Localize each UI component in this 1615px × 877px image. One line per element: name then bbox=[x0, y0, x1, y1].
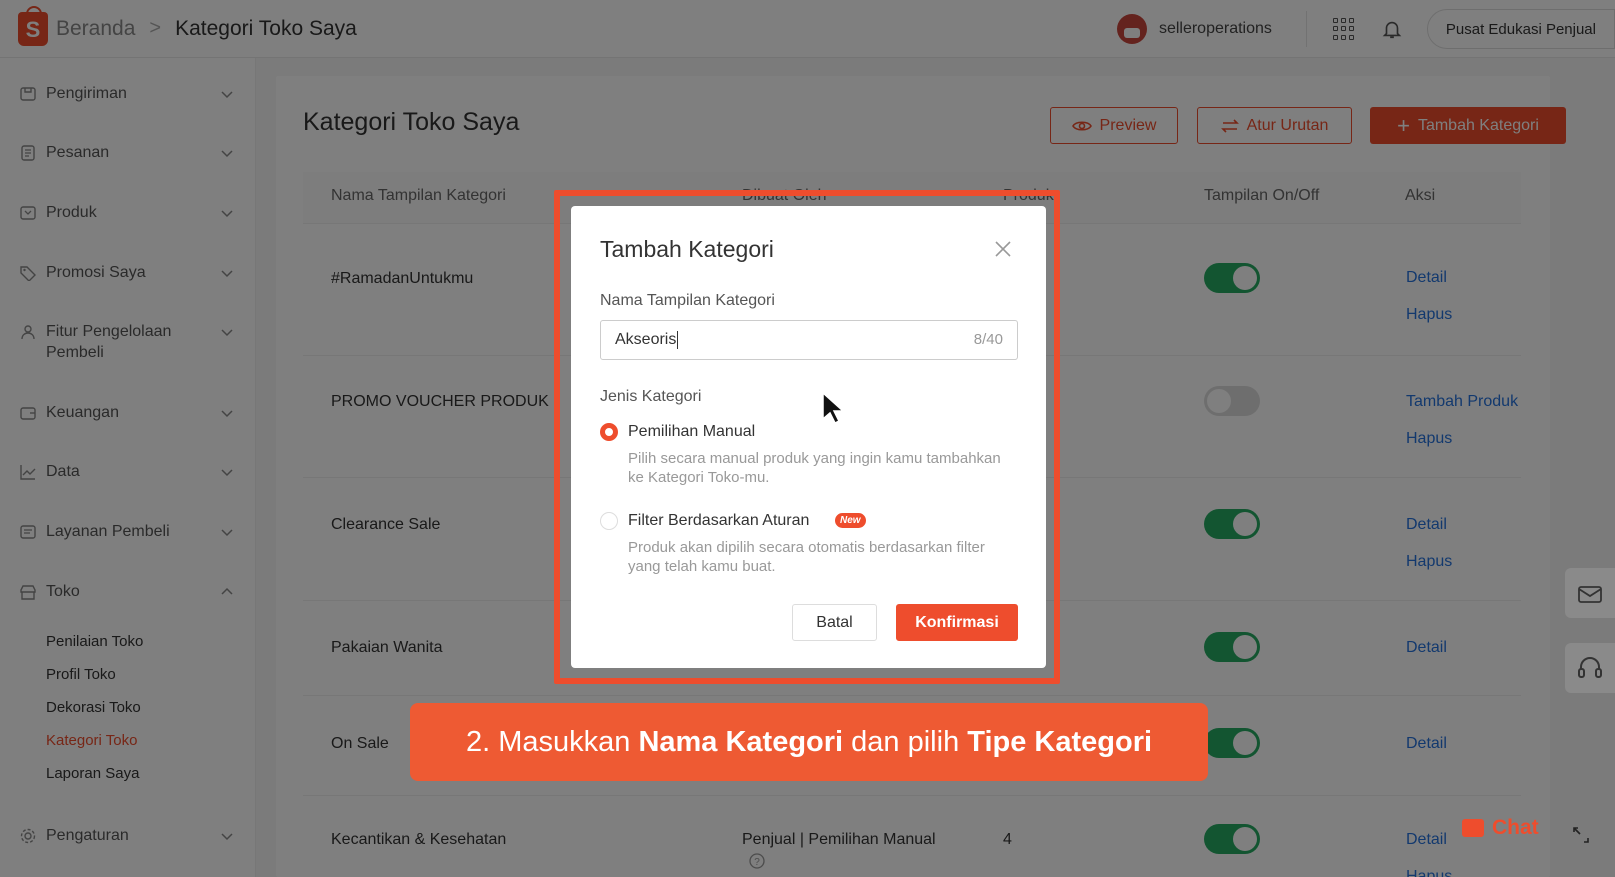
cancel-button[interactable]: Batal bbox=[792, 604, 877, 641]
chat-label: Chat bbox=[1492, 816, 1539, 839]
category-name-input[interactable]: Akseoris 8/40 bbox=[600, 320, 1018, 360]
chat-button[interactable]: Chat bbox=[1462, 816, 1539, 840]
modal-title: Tambah Kategori bbox=[600, 236, 774, 262]
confirm-button[interactable]: Konfirmasi bbox=[896, 604, 1018, 641]
name-field-label: Nama Tampilan Kategori bbox=[600, 292, 775, 309]
chat-icon bbox=[1462, 819, 1484, 837]
close-icon[interactable] bbox=[994, 240, 1012, 258]
radio-manual-label[interactable]: Pemilihan Manual bbox=[628, 423, 755, 441]
radio-manual-desc: Pilih secara manual produk yang ingin ka… bbox=[628, 450, 1001, 486]
category-name-value: Akseoris bbox=[615, 331, 679, 349]
message-float-button[interactable] bbox=[1565, 568, 1615, 618]
radio-manual[interactable] bbox=[600, 423, 618, 441]
support-float-button[interactable] bbox=[1565, 643, 1615, 693]
radio-filter-desc: Produk akan dipilih secara otomatis berd… bbox=[628, 539, 985, 575]
instruction-banner: 2. Masukkan Nama Kategori dan pilih Tipe… bbox=[410, 703, 1208, 781]
radio-filter-label[interactable]: Filter Berdasarkan Aturan bbox=[628, 512, 809, 530]
banner-bold-1: Nama Kategori bbox=[638, 725, 844, 758]
mouse-cursor-icon bbox=[822, 391, 845, 425]
char-counter: 8/40 bbox=[973, 331, 1003, 348]
banner-bold-2: Tipe Kategori bbox=[967, 725, 1153, 758]
headset-icon bbox=[1578, 657, 1602, 678]
new-badge: New bbox=[835, 513, 866, 528]
banner-text-1: 2. Masukkan bbox=[465, 725, 639, 758]
banner-text-2: dan pilih bbox=[843, 725, 968, 758]
expand-icon[interactable] bbox=[1572, 826, 1590, 844]
type-field-label: Jenis Kategori bbox=[600, 388, 702, 405]
tambah-kategori-modal: Tambah Kategori Nama Tampilan Kategori A… bbox=[571, 206, 1046, 668]
mail-icon bbox=[1578, 586, 1602, 603]
radio-filter[interactable] bbox=[600, 512, 618, 530]
